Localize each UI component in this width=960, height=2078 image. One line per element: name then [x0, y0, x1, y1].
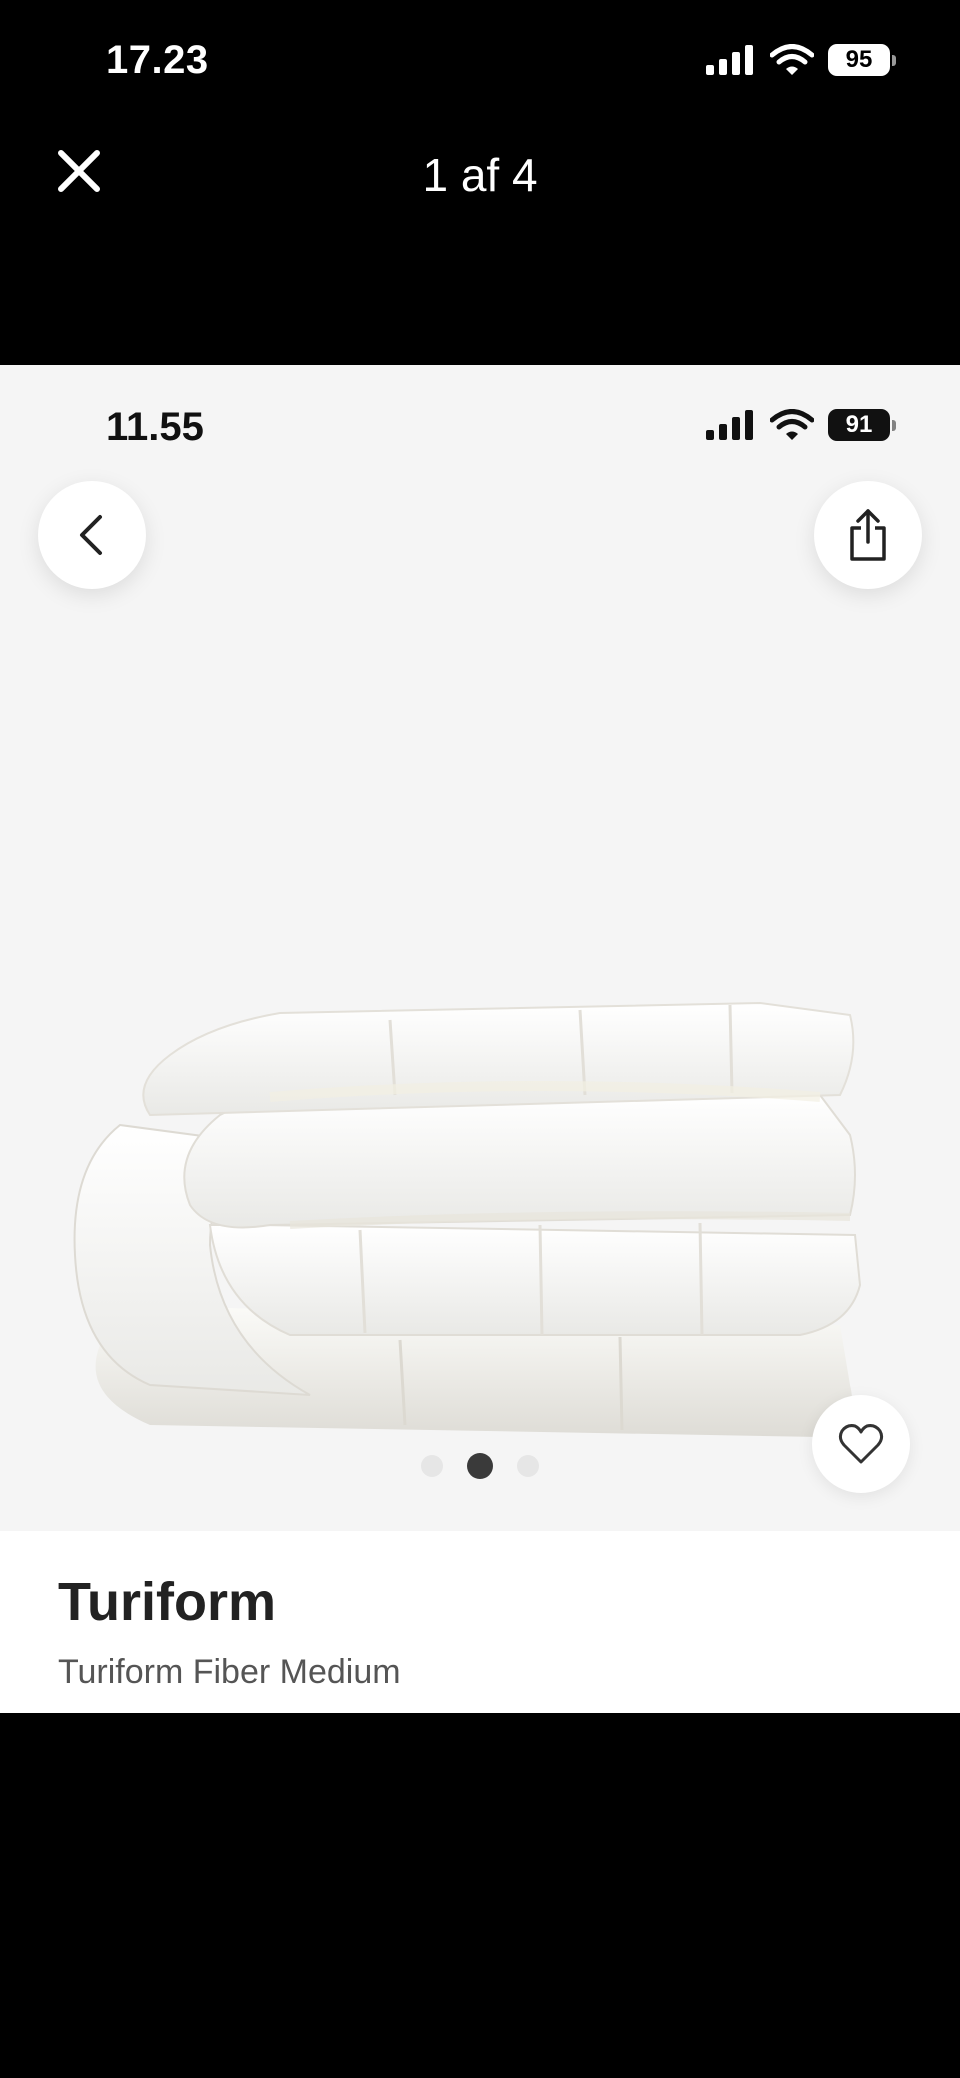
share-icon — [850, 509, 886, 561]
carousel-dot[interactable] — [467, 1453, 493, 1479]
wifi-icon — [770, 44, 814, 75]
carousel-indicator[interactable] — [0, 1453, 960, 1479]
battery-icon: 95 — [828, 44, 896, 76]
inner-status-icons: 91 — [706, 409, 896, 441]
signal-icon — [706, 45, 753, 75]
signal-icon — [706, 410, 753, 440]
wifi-icon — [770, 409, 814, 440]
battery-icon: 91 — [828, 409, 896, 441]
product-hero: 11.55 91 — [0, 365, 960, 1531]
inner-battery-level: 91 — [845, 411, 873, 438]
carousel-dot[interactable] — [421, 1455, 443, 1477]
viewer-status-icons: 95 — [706, 44, 896, 76]
viewer-battery-level: 95 — [845, 46, 873, 73]
carousel-dot[interactable] — [517, 1455, 539, 1477]
viewer-status-time: 17.23 — [106, 38, 209, 82]
product-name: Turiform Fiber Medium — [58, 1653, 401, 1691]
inner-status-time: 11.55 — [106, 405, 204, 449]
product-image[interactable] — [60, 925, 900, 1485]
product-info: Turiform Turiform Fiber Medium — [0, 1531, 960, 1713]
viewer-status-bar: 17.23 95 — [0, 0, 960, 130]
back-chevron-icon — [80, 515, 102, 555]
share-button[interactable] — [814, 481, 922, 589]
product-brand: Turiform — [58, 1572, 276, 1632]
image-counter: 1 af 4 — [422, 149, 538, 201]
viewed-screenshot: 11.55 91 Turiform Turiform Fiber Medium — [0, 365, 960, 1713]
back-button[interactable] — [38, 481, 146, 589]
